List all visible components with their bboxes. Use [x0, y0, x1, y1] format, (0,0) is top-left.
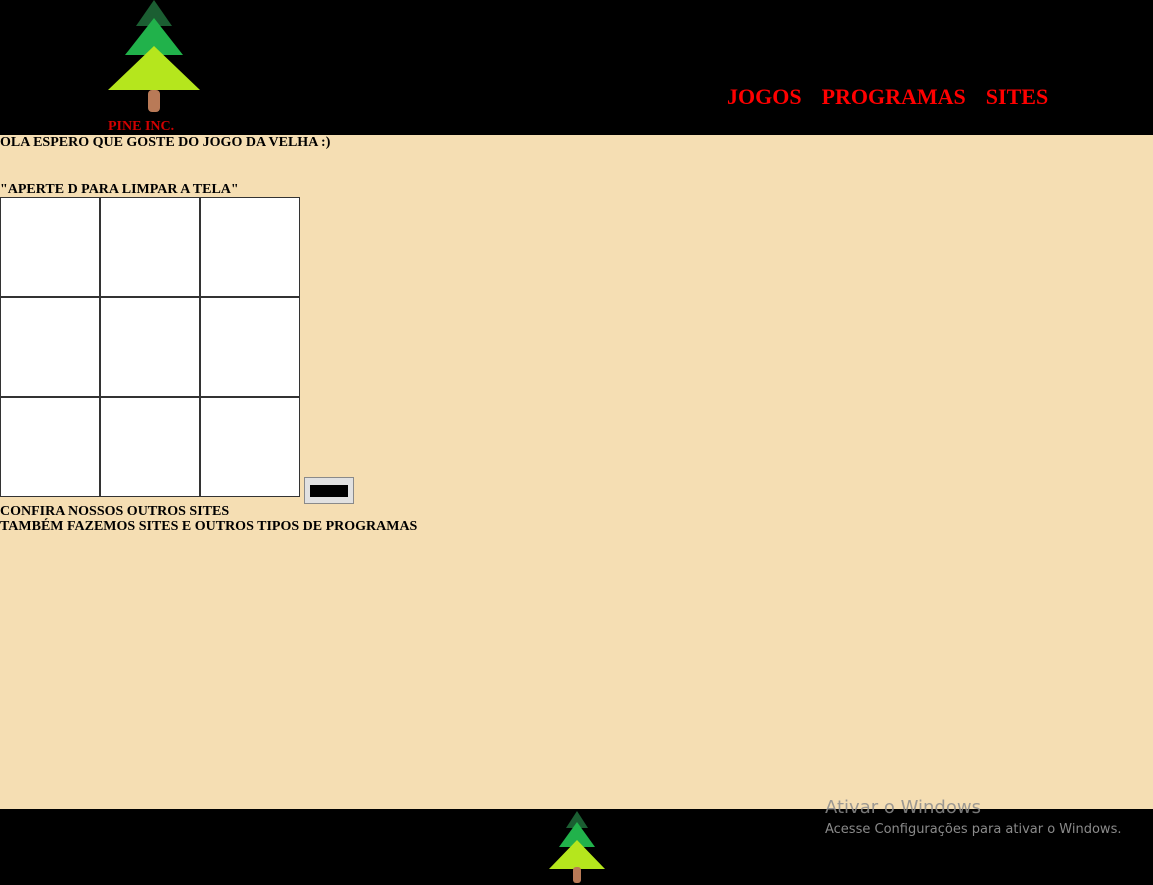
brand-name: PINE INC. [108, 119, 175, 134]
pine-tree-icon [549, 811, 605, 883]
other-sites-text: CONFIRA NOSSOS OUTROS SITES [0, 504, 230, 519]
board-cell-6[interactable] [200, 297, 300, 397]
tic-tac-toe-board [0, 197, 300, 497]
nav-link-programas[interactable]: PROGRAMAS [822, 84, 966, 110]
nav-link-sites[interactable]: SITES [986, 84, 1048, 110]
board-cell-4[interactable] [0, 297, 100, 397]
board-cell-5[interactable] [100, 297, 200, 397]
main-nav: JOGOS PROGRAMAS SITES [727, 84, 1048, 110]
board-cell-7[interactable] [0, 397, 100, 497]
pine-tree-icon[interactable] [108, 0, 200, 114]
instruction-text: "APERTE D PARA LIMPAR A TELA" [0, 182, 239, 197]
watermark-title: Ativar o Windows [825, 797, 981, 818]
watermark-subtitle: Acesse Configurações para ativar o Windo… [825, 822, 1122, 837]
board-cell-9[interactable] [200, 397, 300, 497]
board-cell-3[interactable] [200, 197, 300, 297]
nav-link-jogos[interactable]: JOGOS [727, 84, 802, 110]
board-cell-8[interactable] [100, 397, 200, 497]
board-cell-2[interactable] [100, 197, 200, 297]
clear-board-button[interactable] [304, 477, 354, 504]
windows-activation-watermark: Ativar o Windows Acesse Configurações pa… [825, 797, 1121, 839]
color-swatch [310, 484, 348, 497]
board-cell-1[interactable] [0, 197, 100, 297]
services-text: TAMBÉM FAZEMOS SITES E OUTROS TIPOS DE P… [0, 519, 418, 534]
site-header: PINE INC. JOGOS PROGRAMAS SITES [0, 0, 1153, 135]
main-content: OLA ESPERO QUE GOSTE DO JOGO DA VELHA :)… [0, 135, 1153, 809]
greeting-text: OLA ESPERO QUE GOSTE DO JOGO DA VELHA :) [0, 135, 331, 150]
